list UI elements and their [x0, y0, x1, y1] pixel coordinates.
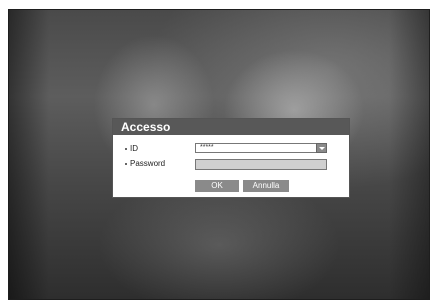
screen-edge-shadow-left	[9, 10, 49, 299]
login-dialog: Accesso ID ***** Password OK Annulla	[112, 118, 350, 198]
cancel-button[interactable]: Annulla	[243, 180, 289, 192]
chevron-down-icon[interactable]	[316, 143, 327, 153]
bullet-icon	[125, 162, 127, 165]
id-select-value: *****	[200, 144, 214, 151]
id-label: ID	[130, 144, 138, 153]
bullet-icon	[125, 147, 127, 150]
id-row: ID	[125, 144, 138, 153]
id-select[interactable]: *****	[195, 143, 327, 153]
screen-edge-shadow-right	[389, 10, 429, 299]
ok-button[interactable]: OK	[195, 180, 239, 192]
password-label: Password	[130, 159, 166, 168]
password-row: Password	[125, 159, 165, 168]
password-input[interactable]	[195, 159, 327, 170]
dialog-title: Accesso	[113, 119, 349, 135]
